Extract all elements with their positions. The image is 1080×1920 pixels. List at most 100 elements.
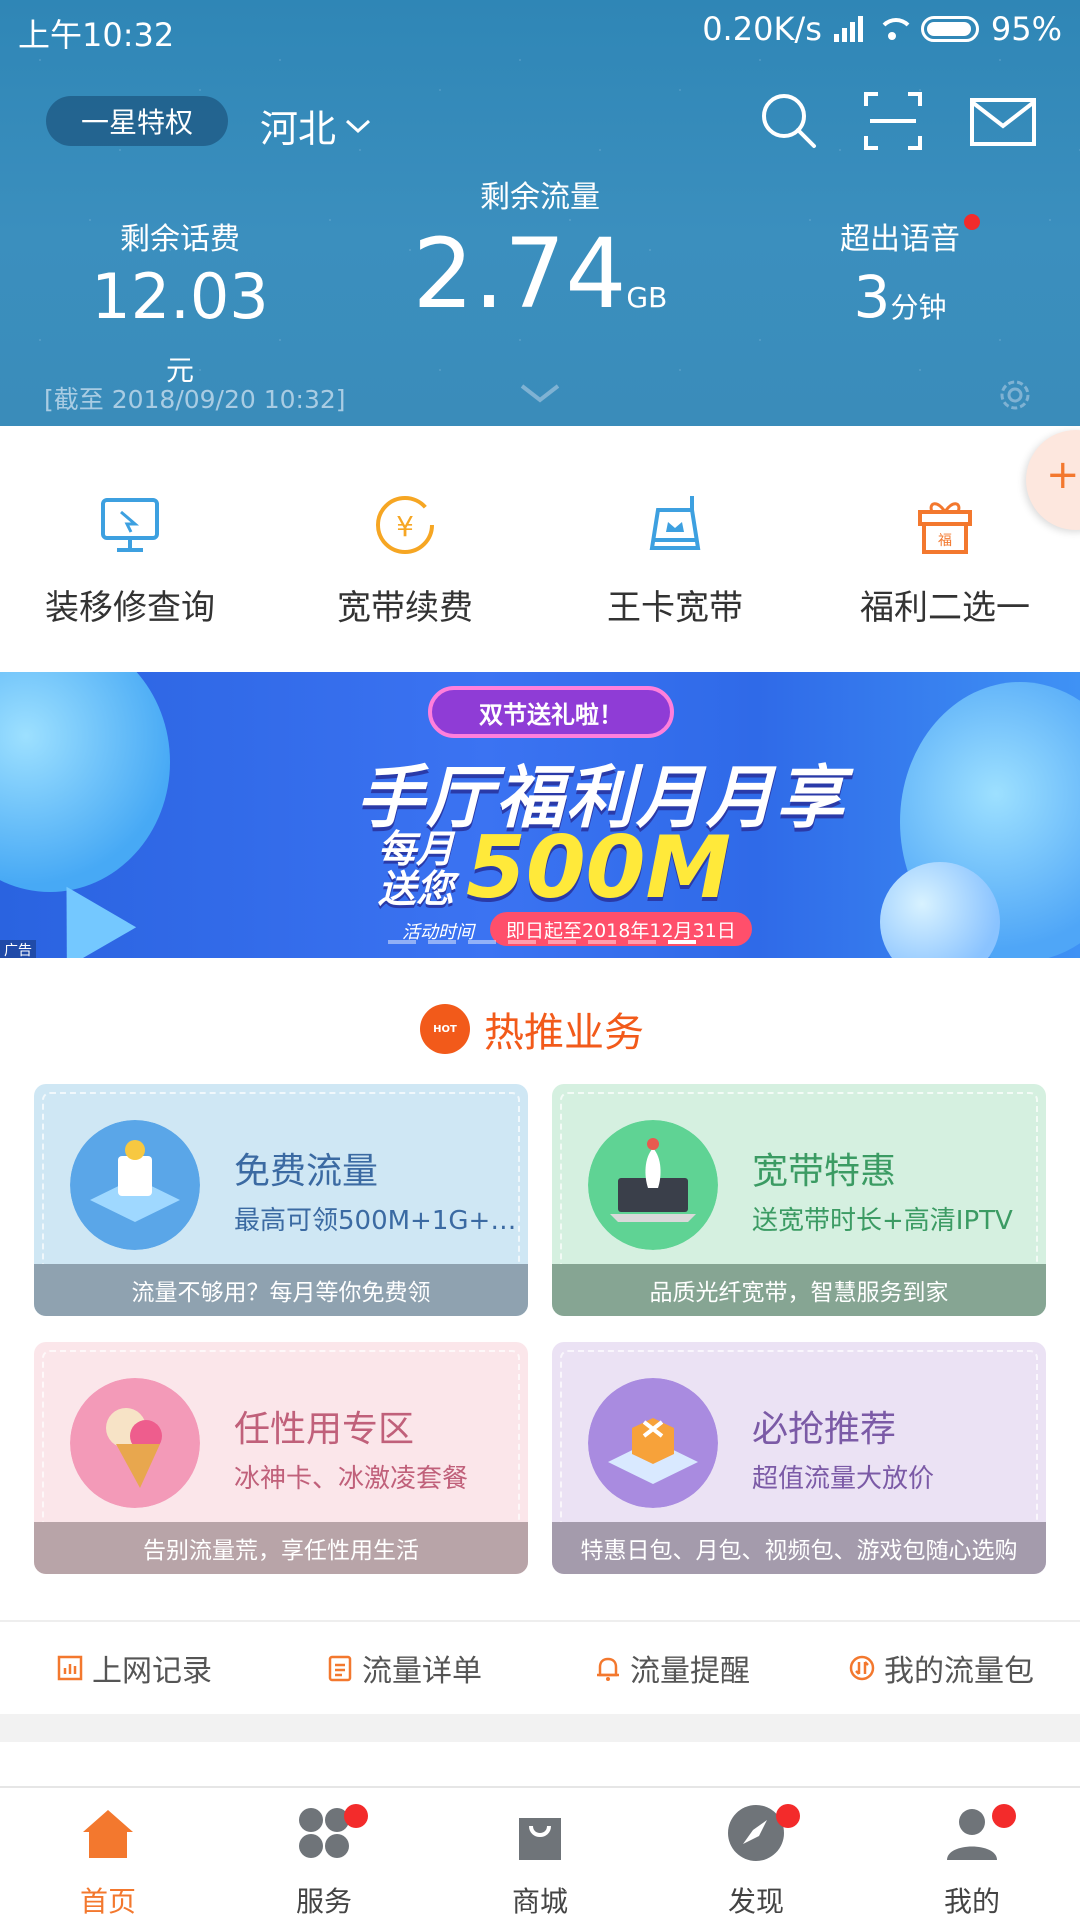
network-speed: 0.20K/s xyxy=(702,10,822,48)
carousel-indicator xyxy=(388,940,696,944)
bar-chart-icon xyxy=(57,1655,83,1681)
signal-icon xyxy=(833,16,863,42)
nav-services[interactable]: 服务 xyxy=(244,1802,404,1920)
carousel-dot xyxy=(468,940,496,944)
quick-action-wangka-broadband[interactable]: 王卡宽带 xyxy=(560,492,790,629)
link-browsing-history[interactable]: 上网记录 xyxy=(56,1646,212,1690)
data-links-row: 上网记录 流量详单 流量提醒 我的流量包 xyxy=(0,1622,1080,1714)
banner-side-line: 送您 xyxy=(378,866,455,911)
banner-side-line: 每月 xyxy=(378,827,455,871)
battery-icon xyxy=(920,16,979,42)
link-my-data-packs[interactable]: 我的流量包 xyxy=(848,1646,1034,1690)
hot-section-title: HOT 热推业务 xyxy=(420,1000,644,1058)
data-remaining-value: 2.74 xyxy=(412,218,627,330)
card-title: 宽带特惠 xyxy=(752,1151,897,1192)
card-footer: 特惠日包、月包、视频包、游戏包随心选购 xyxy=(552,1522,1046,1574)
balance-label: 剩余话费 xyxy=(120,222,240,257)
nav-discover[interactable]: 发现 xyxy=(676,1802,836,1920)
mail-icon[interactable] xyxy=(968,90,1038,152)
yen-coin-icon: ¥ xyxy=(376,496,434,554)
carousel-dot xyxy=(508,940,536,944)
nav-label: 我的 xyxy=(943,1885,1000,1918)
carousel-dot-active xyxy=(668,940,696,944)
balance-stat[interactable]: 剩余话费 12.03元 xyxy=(80,214,280,390)
bottom-navigation: 首页 服务 商城 发现 我的 xyxy=(0,1786,1080,1920)
data-remaining-stat[interactable]: 剩余流量 2.74GB xyxy=(410,172,670,322)
card-title: 免费流量 xyxy=(234,1151,379,1192)
status-indicators: 0.20K/s 95% xyxy=(702,10,1062,48)
banner-side-text: 每月 送您 xyxy=(378,827,455,911)
ad-tag: 广告 xyxy=(0,940,36,958)
hot-card-unlimited-zone[interactable]: 任性用专区 冰神卡、冰激凌套餐 告别流量荒，享任性用生活 xyxy=(34,1342,528,1574)
hot-card-free-data[interactable]: 免费流量 最高可领500M+1G+… 流量不够用？每月等你免费领 xyxy=(34,1084,528,1316)
voice-notification-dot xyxy=(964,214,980,230)
quick-action-label: 王卡宽带 xyxy=(607,588,743,628)
status-time: 上午10:32 xyxy=(18,16,175,54)
notification-dot xyxy=(344,1804,368,1828)
region-selector[interactable]: 河北 xyxy=(260,98,372,153)
notification-dot xyxy=(776,1804,800,1828)
as-of-timestamp: [截至 2018/09/20 10:32] xyxy=(44,385,346,414)
card-title: 必抢推荐 xyxy=(752,1409,897,1450)
carousel-dot xyxy=(548,940,576,944)
banner-decoration xyxy=(0,672,170,892)
nav-me[interactable]: 我的 xyxy=(892,1802,1052,1920)
link-data-alert[interactable]: 流量提醒 xyxy=(594,1646,750,1690)
banner-highlight: 500M xyxy=(466,818,732,918)
card-title: 任性用专区 xyxy=(234,1409,415,1450)
nav-mall[interactable]: 商城 xyxy=(460,1802,620,1920)
nav-home[interactable]: 首页 xyxy=(28,1802,188,1920)
scan-icon[interactable] xyxy=(862,90,924,152)
card-subtitle: 超值流量大放价 xyxy=(752,1464,935,1494)
settings-gear-icon[interactable] xyxy=(994,374,1036,416)
status-bar: 上午10:32 0.20K/s 95% xyxy=(0,0,1080,62)
expand-chevron-icon[interactable] xyxy=(518,380,562,406)
quick-action-label: 福利二选一 xyxy=(860,588,1030,628)
wifi-icon xyxy=(875,16,915,42)
quick-action-benefit-choice[interactable]: 福 福利二选一 xyxy=(830,492,1060,629)
data-remaining-unit: GB xyxy=(626,281,668,314)
card-footer: 品质光纤宽带，智慧服务到家 xyxy=(552,1264,1046,1316)
link-data-detail[interactable]: 流量详单 xyxy=(326,1646,482,1690)
carousel-dot xyxy=(428,940,456,944)
ice-cream-icon xyxy=(70,1378,200,1508)
promo-banner[interactable]: 双节送礼啦！ 手厅福利月月享 每月 送您 500M 活动时间 即日起至2018年… xyxy=(0,672,1080,958)
quick-action-label: 宽带续费 xyxy=(337,588,473,628)
quick-action-broadband-renew[interactable]: ¥ 宽带续费 xyxy=(290,492,520,629)
data-remaining-label: 剩余流量 xyxy=(480,180,600,215)
nav-label: 服务 xyxy=(295,1885,352,1918)
transfer-circle-icon xyxy=(849,1655,875,1681)
banner-pill: 双节送礼啦！ xyxy=(428,686,674,738)
section-spacer xyxy=(0,1714,1080,1742)
list-document-icon xyxy=(328,1655,352,1682)
link-label: 我的流量包 xyxy=(884,1654,1034,1689)
chevron-down-icon xyxy=(346,119,371,133)
hot-card-must-grab[interactable]: 必抢推荐 超值流量大放价 特惠日包、月包、视频包、游戏包随心选购 xyxy=(552,1342,1046,1574)
hot-card-broadband-deal[interactable]: 宽带特惠 送宽带时长+高清IPTV 品质光纤宽带，智慧服务到家 xyxy=(552,1084,1046,1316)
home-icon xyxy=(83,1810,133,1858)
gift-icon: 福 xyxy=(918,502,972,554)
card-subtitle: 冰神卡、冰激凌套餐 xyxy=(234,1464,469,1494)
search-icon[interactable] xyxy=(758,90,820,152)
hot-flame-icon: HOT xyxy=(420,1004,470,1054)
battery-percent: 95% xyxy=(990,10,1062,48)
nav-label: 商城 xyxy=(511,1885,568,1918)
card-subtitle: 最高可领500M+1G+… xyxy=(234,1206,517,1236)
vip-level-badge[interactable]: 一星特权 xyxy=(46,96,228,146)
link-label: 流量详单 xyxy=(362,1654,482,1689)
link-label: 上网记录 xyxy=(92,1654,212,1689)
quick-action-install-repair[interactable]: 装移修查询 xyxy=(15,492,245,629)
free-data-illustration-icon xyxy=(70,1120,200,1250)
link-label: 流量提醒 xyxy=(630,1654,750,1689)
plus-icon: + xyxy=(1046,452,1080,498)
quick-action-label: 装移修查询 xyxy=(45,588,215,628)
monitor-icon xyxy=(101,498,159,552)
voice-overage-stat[interactable]: 超出语音 3分钟 xyxy=(820,214,980,326)
card-subtitle: 送宽带时长+高清IPTV xyxy=(752,1206,1013,1236)
region-label: 河北 xyxy=(260,107,337,151)
svg-text:¥: ¥ xyxy=(396,510,414,543)
carousel-dot xyxy=(388,940,416,944)
card-footer: 流量不够用？每月等你免费领 xyxy=(34,1264,528,1316)
card-footer: 告别流量荒，享任性用生活 xyxy=(34,1522,528,1574)
nav-label: 首页 xyxy=(79,1885,136,1918)
